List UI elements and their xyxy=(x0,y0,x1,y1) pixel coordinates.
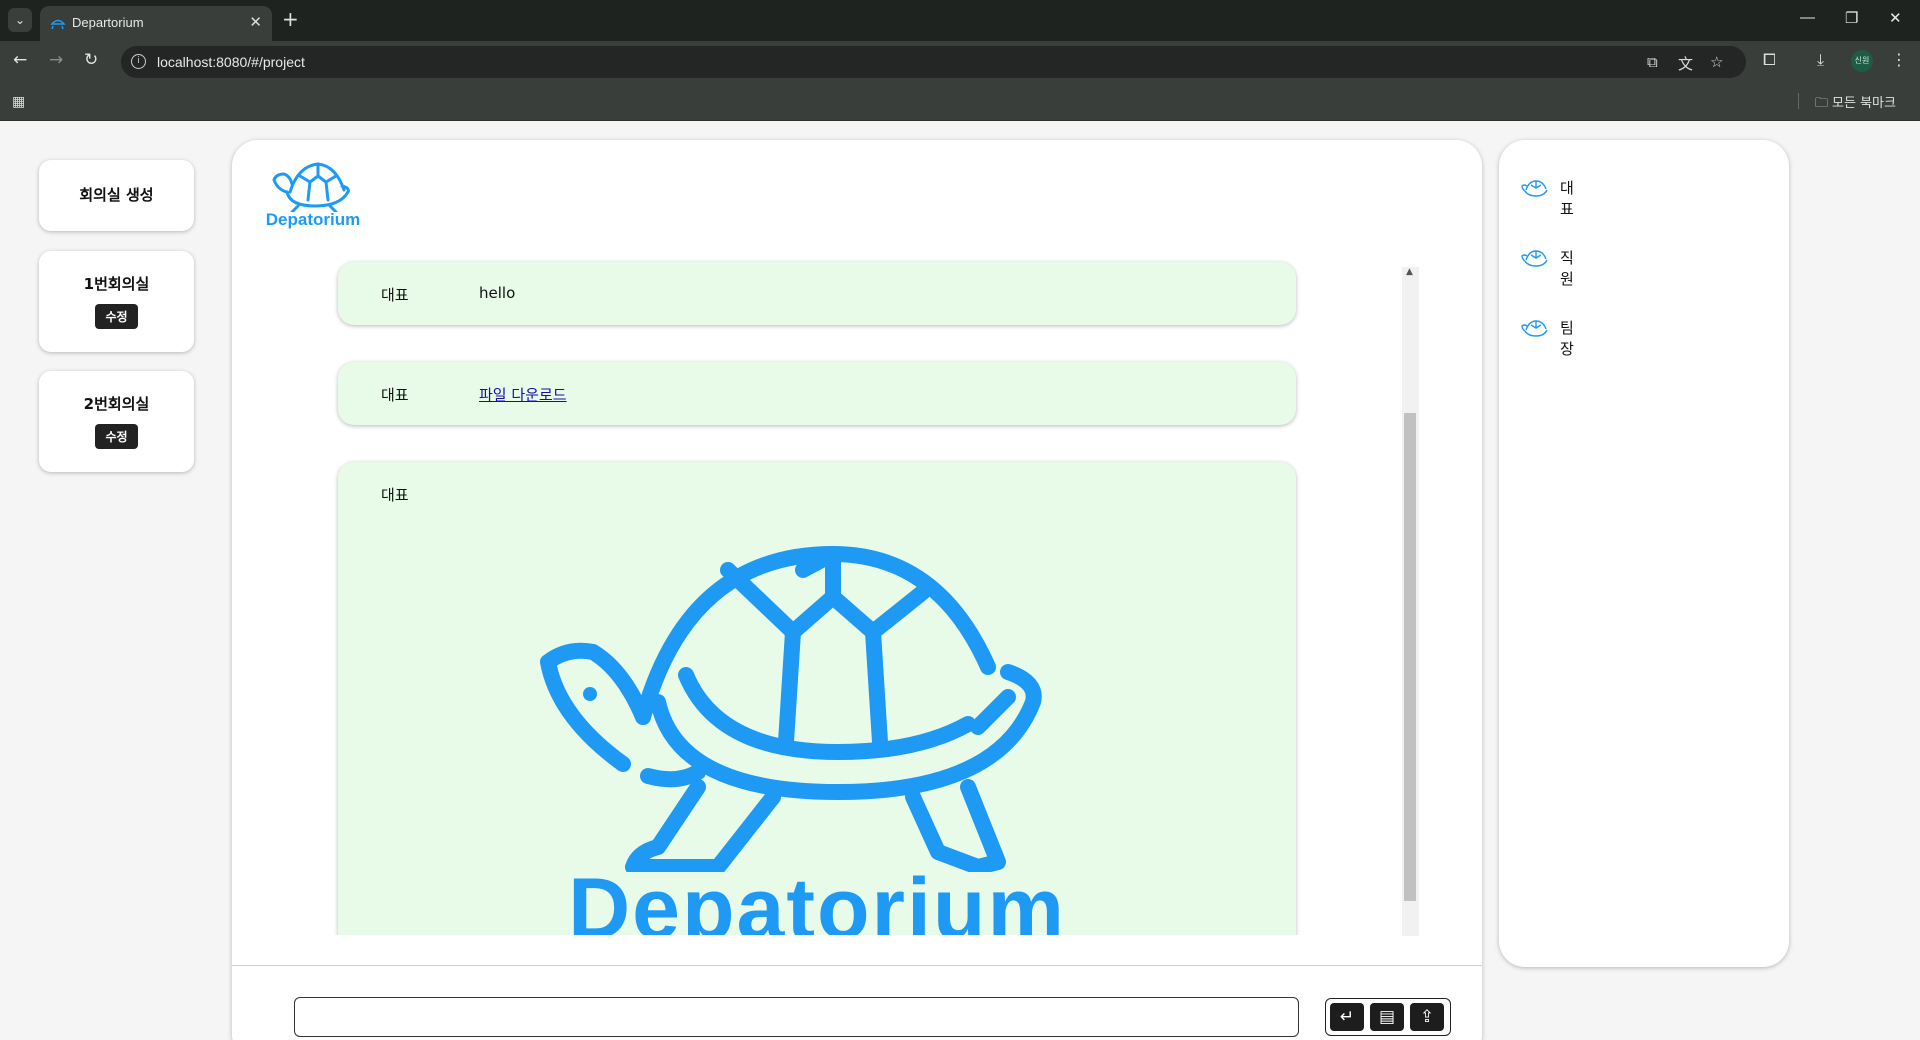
message-sender: 대표 xyxy=(381,286,409,304)
message-sender: 대표 xyxy=(381,386,409,404)
download-icon[interactable]: ⤓ xyxy=(1817,50,1824,70)
extensions-icon[interactable]: ⧠ xyxy=(1763,50,1776,70)
chat-panel: Depatorium 대표 hello 대표 파일 다운로드 대표 Depato… xyxy=(232,140,1482,1040)
address-bar[interactable]: i localhost:8080/#/project ⧉ 文 ☆ xyxy=(121,46,1746,78)
create-room-button[interactable]: 회의실 생성 xyxy=(39,160,194,231)
message-bubble: 대표 Depatorium xyxy=(338,462,1296,935)
image-wordmark: Depatorium xyxy=(568,872,1066,935)
room-card[interactable]: 1번회의실 수정 xyxy=(39,251,194,352)
turtle-avatar-icon xyxy=(1521,250,1548,267)
image-wordmark-clip: Depatorium xyxy=(338,872,1296,935)
profile-avatar[interactable]: 신원 xyxy=(1851,50,1873,72)
room-card[interactable]: 2번회의실 수정 xyxy=(39,371,194,472)
member-name: 팀장 xyxy=(1560,319,1574,358)
composer-actions: ↵ ▤ ⇪ xyxy=(1325,998,1451,1036)
scrollbar[interactable]: ▲ xyxy=(1402,267,1419,936)
browser-tab[interactable]: Departorium ✕ xyxy=(40,6,272,41)
close-icon[interactable]: ✕ xyxy=(249,13,262,31)
apps-icon[interactable]: ▦ xyxy=(12,94,25,110)
bookmark-bar: ▦ 🗀 모든 북마크 xyxy=(0,81,1920,121)
create-room-label: 회의실 생성 xyxy=(79,186,154,204)
restore-icon[interactable]: ❐ xyxy=(1845,9,1858,27)
browser-toolbar: ← → ↻ i localhost:8080/#/project ⧉ 文 ☆ ⧠… xyxy=(0,41,1920,81)
menu-icon[interactable]: ⋮ xyxy=(1891,50,1907,69)
folder-icon: 🗀 xyxy=(1815,96,1829,111)
all-bookmarks-label: 모든 북마크 xyxy=(1832,96,1896,111)
turtle-avatar-icon xyxy=(1521,180,1548,197)
page: 회의실 생성 1번회의실 수정 2번회의실 수정 Depatorium 대표 h… xyxy=(0,121,1920,1040)
edit-room-button[interactable]: 수정 xyxy=(95,304,138,329)
message-text: hello xyxy=(479,284,516,302)
member-name: 직원 xyxy=(1560,249,1574,288)
tab-title: Departorium xyxy=(72,15,144,30)
file-download-link[interactable]: 파일 다운로드 xyxy=(479,384,567,405)
window-close-icon[interactable]: ✕ xyxy=(1889,9,1902,27)
message-bubble: 대표 파일 다운로드 xyxy=(338,362,1296,425)
install-icon[interactable]: ⧉ xyxy=(1647,53,1658,71)
divider xyxy=(1798,93,1799,109)
member-name: 대표 xyxy=(1560,179,1574,218)
edit-room-button[interactable]: 수정 xyxy=(95,424,138,449)
url-text[interactable]: localhost:8080/#/project xyxy=(157,54,305,70)
message-sender: 대표 xyxy=(381,486,409,504)
back-icon[interactable]: ← xyxy=(13,50,27,70)
room-title: 1번회의실 xyxy=(83,275,150,293)
calendar-icon[interactable]: ▤ xyxy=(1370,1003,1404,1031)
forward-icon[interactable]: → xyxy=(49,50,63,70)
message-list: 대표 hello 대표 파일 다운로드 대표 Depatorium xyxy=(232,225,1402,935)
enter-icon[interactable]: ↵ xyxy=(1330,1003,1364,1031)
browser-tabbar: ⌄ Departorium ✕ + — ❐ ✕ xyxy=(0,0,1920,41)
upload-icon[interactable]: ⇪ xyxy=(1410,1003,1444,1031)
plus-icon[interactable]: + xyxy=(282,7,299,31)
star-icon[interactable]: ☆ xyxy=(1710,53,1723,71)
scroll-up-icon[interactable]: ▲ xyxy=(1406,267,1413,277)
all-bookmarks[interactable]: 🗀 모든 북마크 xyxy=(1815,92,1896,116)
message-bubble: 대표 hello xyxy=(338,262,1296,325)
message-input[interactable] xyxy=(294,997,1299,1037)
translate-icon[interactable]: 文 xyxy=(1678,53,1693,74)
room-title: 2번회의실 xyxy=(83,395,150,413)
member-panel: 대표 직원 팀장 xyxy=(1499,140,1789,967)
reload-icon[interactable]: ↻ xyxy=(84,50,98,70)
turtle-avatar-icon xyxy=(1521,320,1548,337)
tab-list-icon[interactable]: ⌄ xyxy=(8,8,32,32)
scrollbar-thumb[interactable] xyxy=(1404,413,1416,901)
info-icon[interactable]: i xyxy=(131,54,146,69)
turtle-logo-icon xyxy=(272,162,350,212)
turtle-image xyxy=(540,546,1042,872)
logo: Depatorium xyxy=(263,160,363,230)
minimize-icon[interactable]: — xyxy=(1800,9,1815,26)
turtle-favicon-icon xyxy=(50,19,66,30)
composer: ↵ ▤ ⇪ xyxy=(232,965,1482,1040)
